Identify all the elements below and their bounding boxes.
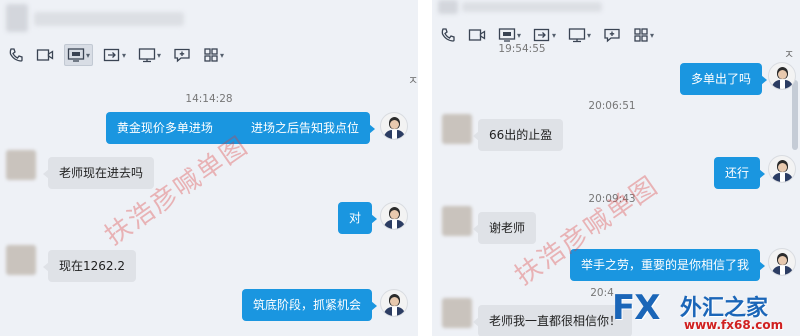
apps-button[interactable]: ▾ xyxy=(631,24,656,46)
message-icon xyxy=(604,28,620,43)
video-call-button[interactable] xyxy=(34,44,56,66)
video-icon xyxy=(36,49,54,61)
screen-share-icon xyxy=(498,28,516,42)
transfer-icon xyxy=(103,48,120,62)
logo-url-text: www.fx68.com xyxy=(684,318,784,332)
phone-icon xyxy=(441,28,455,42)
message-bubble-received[interactable]: 老师现在进去吗 xyxy=(42,157,155,189)
message-icon xyxy=(174,48,190,63)
message-bubble-sent[interactable]: 还行 xyxy=(713,157,766,189)
avatar[interactable] xyxy=(442,206,472,236)
contact-avatar-blurred xyxy=(6,4,28,32)
send-message-button[interactable] xyxy=(171,44,193,66)
message-timestamp: 20:09:43 xyxy=(588,193,636,205)
voice-call-button[interactable] xyxy=(6,44,26,66)
chevron-down-icon: ▾ xyxy=(552,30,557,40)
message-timestamp: 20:06:51 xyxy=(588,100,636,112)
chevron-down-icon: ▾ xyxy=(157,50,162,60)
message-bubble-received[interactable]: 66出的止盈 xyxy=(472,119,564,151)
apps-icon xyxy=(634,28,648,42)
avatar[interactable] xyxy=(768,248,796,276)
transfer-icon xyxy=(533,28,550,42)
site-logo: FX 外汇之家 www.fx68.com xyxy=(606,286,800,336)
avatar[interactable] xyxy=(380,289,408,317)
chevron-down-icon: ▾ xyxy=(86,50,91,60)
message-bubble-sent[interactable]: 对 xyxy=(337,202,378,234)
phone-icon xyxy=(9,48,23,62)
remote-desktop-icon xyxy=(568,28,586,43)
chevron-down-icon: ▾ xyxy=(122,50,127,60)
apps-button[interactable]: ▾ xyxy=(201,44,226,66)
collapse-toggle[interactable]: ㅈ xyxy=(408,72,418,88)
avatar[interactable] xyxy=(442,298,472,328)
avatar[interactable] xyxy=(442,114,472,144)
message-bubble-sent[interactable]: 举手之劳，重要的是你相信了我 xyxy=(569,249,766,281)
message-timestamp: 19:54:55 xyxy=(498,43,546,55)
message-bubble-sent[interactable]: 筑底阶段，抓紧机会 xyxy=(241,289,378,321)
chat-toolbar: ▾ ▾ ▾ ▾ xyxy=(6,42,234,68)
message-bubble-sent[interactable]: 黄金现价多单进场 进场之后告知我点位 xyxy=(105,112,376,144)
chevron-down-icon: ▾ xyxy=(587,30,592,40)
logo-fx-text: FX xyxy=(612,288,660,328)
scrollbar[interactable] xyxy=(792,80,798,150)
title-bar xyxy=(0,0,418,38)
chevron-down-icon: ▾ xyxy=(517,30,522,40)
contact-avatar-blurred xyxy=(438,0,458,14)
message-timestamp: 14:14:28 xyxy=(185,93,233,105)
avatar[interactable] xyxy=(768,62,796,90)
panel-divider xyxy=(418,0,432,336)
avatar[interactable] xyxy=(6,150,36,180)
apps-icon xyxy=(204,48,218,62)
remote-desktop-icon xyxy=(138,48,156,63)
video-icon xyxy=(468,29,486,41)
chat-window-left: ▾ ▾ ▾ ▾ ㅈ 14:14:28 黄金现价多单进场 进场之后告知我点位 老师… xyxy=(0,0,418,336)
collapse-toggle[interactable]: ㅈ xyxy=(784,46,794,62)
message-bubble-received[interactable]: 谢老师 xyxy=(472,212,537,244)
avatar[interactable] xyxy=(6,245,36,275)
message-bubble-sent[interactable]: 多单出了吗 xyxy=(679,63,768,95)
chevron-down-icon: ▾ xyxy=(650,30,655,40)
contact-name-blurred xyxy=(462,2,602,12)
screen-share-icon xyxy=(67,48,85,62)
title-bar xyxy=(432,0,800,20)
avatar[interactable] xyxy=(768,155,796,183)
screen-share-button[interactable]: ▾ xyxy=(64,44,94,66)
avatar[interactable] xyxy=(380,112,408,140)
chevron-down-icon: ▾ xyxy=(220,50,225,60)
file-transfer-button[interactable]: ▾ xyxy=(101,44,128,66)
message-bubble-received[interactable]: 现在1262.2 xyxy=(43,250,136,282)
remote-desktop-button[interactable]: ▾ xyxy=(136,44,163,66)
avatar[interactable] xyxy=(380,202,408,230)
contact-name-blurred xyxy=(34,12,184,26)
